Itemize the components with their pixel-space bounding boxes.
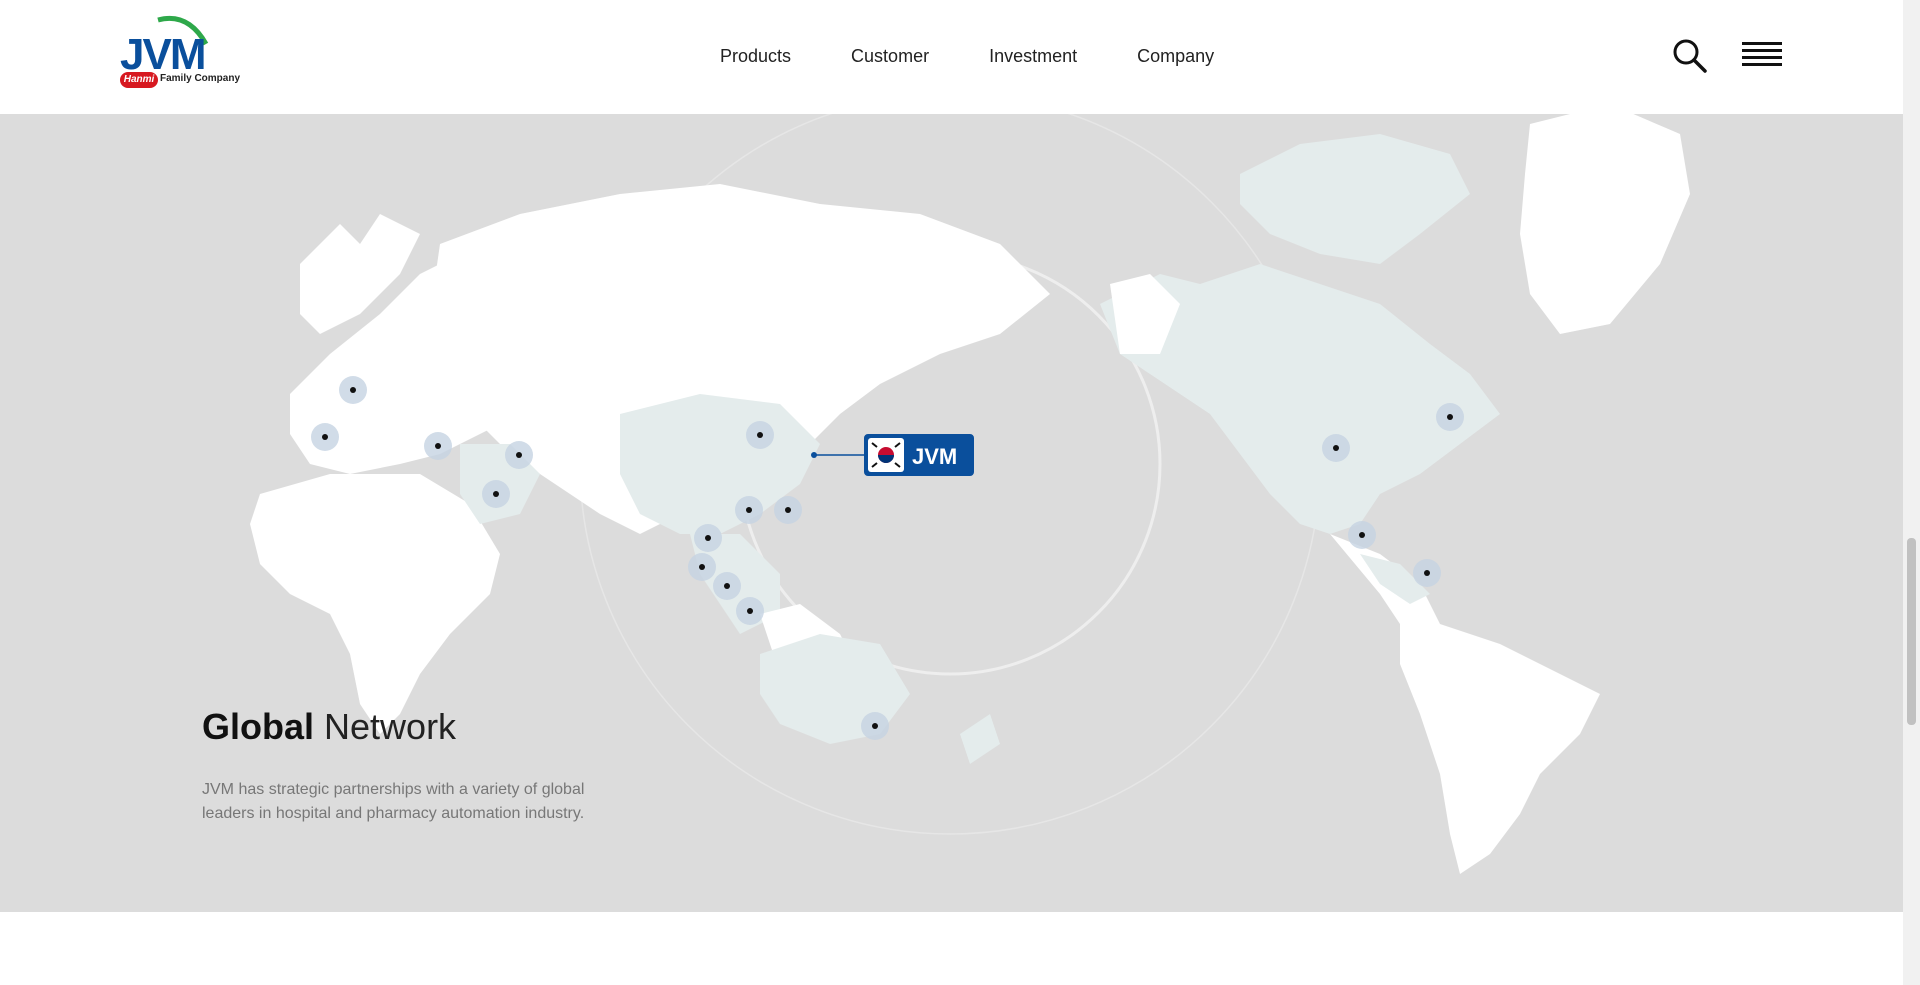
section-description: JVM has strategic partnerships with a va… (202, 781, 585, 822)
search-icon (1673, 39, 1707, 73)
logo-tagline: Family Company (160, 73, 241, 84)
global-network-section: JVM Global Network JVM has strategic par… (0, 114, 1903, 912)
hq-badge-label: JVM (912, 444, 958, 469)
section-title-bold: Global (202, 706, 315, 747)
nav-company[interactable]: Company (1107, 40, 1244, 73)
logo-hanmi-badge: Hanmi (120, 72, 158, 88)
hq-badge[interactable]: JVM (864, 434, 974, 476)
section-title: Global Network (202, 706, 612, 748)
next-section (0, 912, 1903, 985)
site-header: JVM Hanmi Family Company Products Custom… (0, 0, 1903, 114)
nav-customer[interactable]: Customer (821, 40, 959, 73)
menu-button[interactable] (1742, 42, 1782, 72)
section-title-light: Network (324, 706, 457, 747)
hamburger-menu-icon (1742, 42, 1782, 45)
scroll-thumb[interactable] (1907, 538, 1916, 725)
nav-investment[interactable]: Investment (959, 40, 1107, 73)
korea-flag-icon (868, 438, 904, 472)
jvm-logo[interactable]: JVM Hanmi Family Company (118, 14, 241, 90)
main-nav: Products Customer Investment Company (690, 40, 1244, 73)
search-button[interactable] (1672, 38, 1708, 74)
nav-products[interactable]: Products (690, 40, 821, 73)
page-scrollbar[interactable] (1903, 0, 1920, 985)
network-title-block: Global Network JVM has strategic partner… (202, 706, 612, 826)
